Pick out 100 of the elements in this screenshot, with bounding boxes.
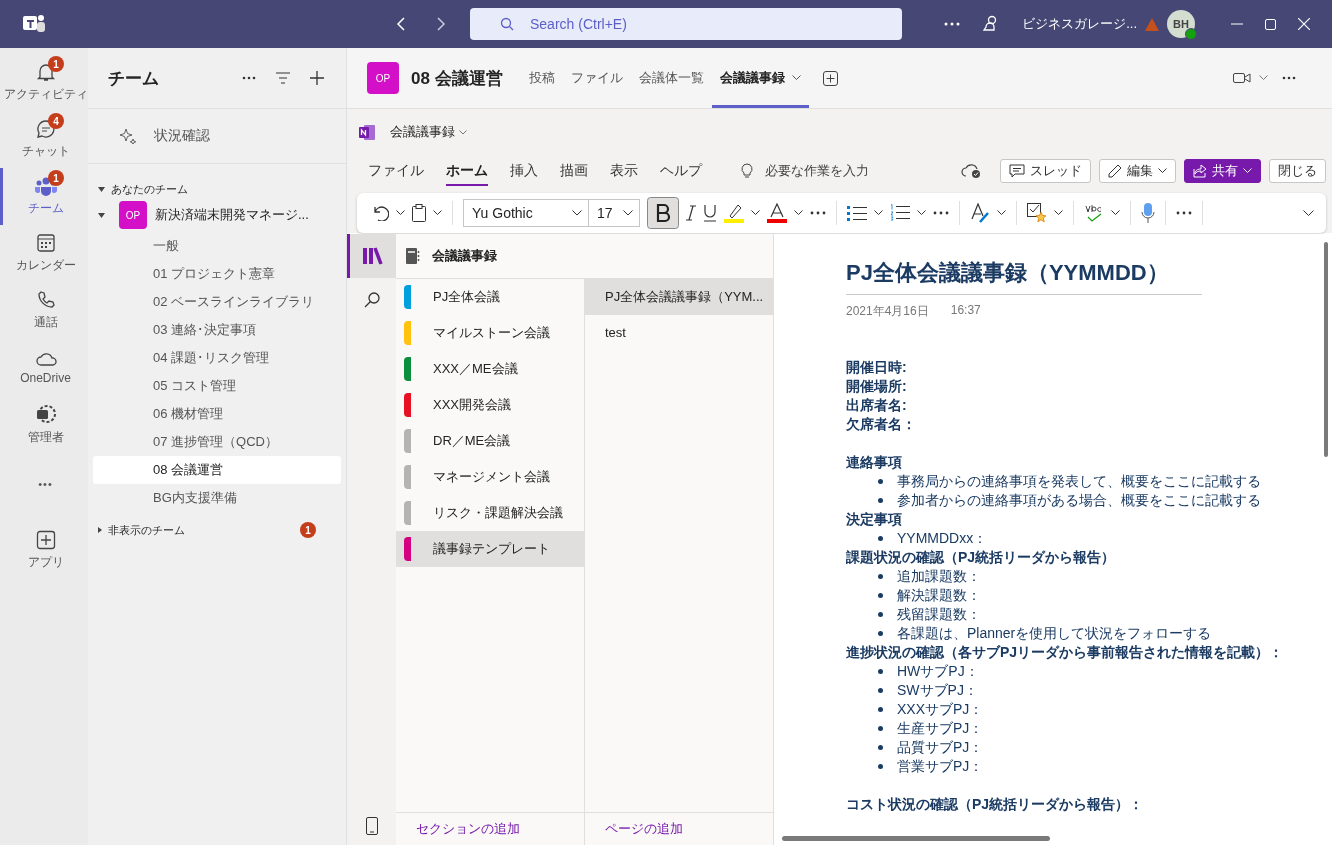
more-icon[interactable] xyxy=(1282,76,1296,80)
section-tab[interactable]: リスク・課題解決会議 xyxy=(396,495,584,531)
edit-button[interactable]: 編集 xyxy=(1099,159,1176,183)
close-icon[interactable] xyxy=(1298,18,1310,30)
bold-button[interactable] xyxy=(647,197,679,229)
highlighter-icon[interactable] xyxy=(724,203,744,223)
maximize-icon[interactable] xyxy=(1265,18,1276,30)
share-icon xyxy=(1193,164,1207,178)
more-icon[interactable] xyxy=(1176,211,1192,215)
channel-item[interactable]: 03 連絡･決定事項 xyxy=(93,316,341,344)
rail-item[interactable]: ••• xyxy=(0,453,88,510)
caret-icon[interactable] xyxy=(1111,210,1120,216)
more-icon[interactable] xyxy=(944,22,961,26)
styles-icon[interactable] xyxy=(970,203,990,223)
section-tab[interactable]: XXX／ME会議 xyxy=(396,351,584,387)
rail-item[interactable]: 通話 xyxy=(0,282,88,339)
rail-item[interactable]: アプリ xyxy=(0,522,88,579)
microphone-icon[interactable] xyxy=(1141,202,1155,224)
rail-item[interactable]: 管理者 xyxy=(0,396,88,453)
channel-tab[interactable]: 投稿 xyxy=(520,48,563,108)
channel-item[interactable]: 07 進捗管理（QCD） xyxy=(93,428,341,456)
tag-star-icon[interactable] xyxy=(1027,203,1047,223)
channel-item[interactable]: 06 機材管理 xyxy=(93,400,341,428)
ribbon-tab[interactable]: ホーム xyxy=(435,158,499,184)
video-icon[interactable] xyxy=(1233,72,1251,84)
add-section-link[interactable]: セクションの追加 xyxy=(396,812,584,845)
section-header[interactable]: あなたのチーム xyxy=(111,181,188,197)
channel-item[interactable]: 08 会議運営 xyxy=(93,456,341,484)
rail-item[interactable]: 4 チャット xyxy=(0,111,88,168)
channel-item[interactable]: BG内支援準備 xyxy=(93,484,341,512)
channel-item[interactable]: 01 プロジェクト憲章 xyxy=(93,260,341,288)
ribbon-tab[interactable]: ヘルプ xyxy=(649,158,713,184)
section-tab[interactable]: 議事録テンプレート xyxy=(396,531,584,567)
section-tab[interactable]: PJ全体会議 xyxy=(396,279,584,315)
more-icon[interactable] xyxy=(810,211,826,215)
caret-icon[interactable] xyxy=(396,210,405,216)
more-icon[interactable] xyxy=(933,211,949,215)
page-item[interactable]: test xyxy=(585,315,773,351)
ribbon-tab[interactable]: ファイル xyxy=(357,158,435,184)
organization-name[interactable]: ビジネスガレージ... xyxy=(1022,15,1137,33)
undo-icon[interactable] xyxy=(371,205,389,221)
ribbon-tab[interactable]: 表示 xyxy=(599,158,649,184)
vertical-scrollbar[interactable] xyxy=(1324,242,1328,457)
rail-item[interactable]: 1 アクティビティ xyxy=(0,54,88,111)
channel-item[interactable]: 一般 xyxy=(93,232,341,260)
spelling-icon[interactable] xyxy=(1084,203,1104,223)
clipboard-icon[interactable] xyxy=(412,204,426,222)
font-size-dropdown[interactable]: 17 xyxy=(588,199,640,227)
channel-item[interactable]: 05 コスト管理 xyxy=(93,372,341,400)
avatar[interactable]: BH xyxy=(1167,10,1195,38)
italic-icon[interactable] xyxy=(686,205,696,221)
page-item[interactable]: PJ全体会議議事録（YYM... xyxy=(585,279,773,315)
rail-item[interactable]: OneDrive xyxy=(0,339,88,396)
horizontal-scrollbar[interactable] xyxy=(782,836,1050,841)
notebook-menu[interactable]: 会議議事録 xyxy=(390,123,467,141)
caret-icon[interactable] xyxy=(917,210,926,216)
caret-icon[interactable] xyxy=(433,210,442,216)
caret-icon[interactable] xyxy=(794,210,803,216)
tell-me-field[interactable]: 必要な作業を入力 xyxy=(741,162,869,180)
team-item[interactable]: OP 新決済端末開発マネージ... xyxy=(88,198,346,232)
search-field[interactable]: Search (Ctrl+E) xyxy=(470,8,902,40)
caret-icon[interactable] xyxy=(997,210,1006,216)
status-item[interactable]: 状況確認 xyxy=(88,109,346,164)
underline-icon[interactable] xyxy=(703,204,717,222)
section-tab[interactable]: XXX開発会議 xyxy=(396,387,584,423)
back-icon[interactable] xyxy=(396,17,408,31)
caret-icon[interactable] xyxy=(1054,210,1063,216)
bullet-list-icon[interactable] xyxy=(847,205,867,221)
channel-tab[interactable]: ファイル xyxy=(562,48,631,108)
section-tab[interactable]: マネージメント会議 xyxy=(396,459,584,495)
mobile-icon[interactable] xyxy=(365,817,378,835)
bullet-icon xyxy=(878,745,883,750)
expanded-caret-icon[interactable] xyxy=(98,186,105,192)
share-button[interactable]: 共有 xyxy=(1184,159,1261,183)
ribbon-tab[interactable]: 描画 xyxy=(549,158,599,184)
channel-item[interactable]: 04 課題･リスク管理 xyxy=(93,344,341,372)
numbered-list-icon[interactable] xyxy=(890,204,910,222)
section-tab[interactable]: マイルストーン会議 xyxy=(396,315,584,351)
section-tab[interactable]: DR／ME会議 xyxy=(396,423,584,459)
ribbon-tab[interactable]: 挿入 xyxy=(499,158,549,184)
rail-item[interactable]: カレンダー xyxy=(0,225,88,282)
caret-icon[interactable] xyxy=(751,210,760,216)
expand-icon[interactable] xyxy=(1303,209,1314,217)
filter-icon[interactable] xyxy=(276,72,290,84)
collapsed-caret-icon[interactable] xyxy=(98,527,102,533)
hidden-teams-item[interactable]: 非表示のチーム xyxy=(108,522,185,538)
caret-icon[interactable] xyxy=(874,210,883,216)
caret-icon xyxy=(572,210,582,216)
plus-icon[interactable] xyxy=(310,71,324,85)
font-color-icon[interactable] xyxy=(767,203,787,223)
font-dropdown[interactable]: Yu Gothic xyxy=(463,199,589,227)
thread-button[interactable]: スレッド xyxy=(1000,159,1091,183)
more-icon[interactable] xyxy=(242,76,256,80)
channel-tab[interactable]: 会議体一覧 xyxy=(630,48,712,108)
add-tab-icon[interactable] xyxy=(822,70,838,86)
notebooks-button[interactable] xyxy=(347,234,396,278)
close-button[interactable]: 閉じる xyxy=(1269,159,1326,183)
forward-icon[interactable] xyxy=(434,17,446,31)
channel-item[interactable]: 02 ベースラインライブラリ xyxy=(93,288,341,316)
add-page-link[interactable]: ページの追加 xyxy=(585,812,773,845)
